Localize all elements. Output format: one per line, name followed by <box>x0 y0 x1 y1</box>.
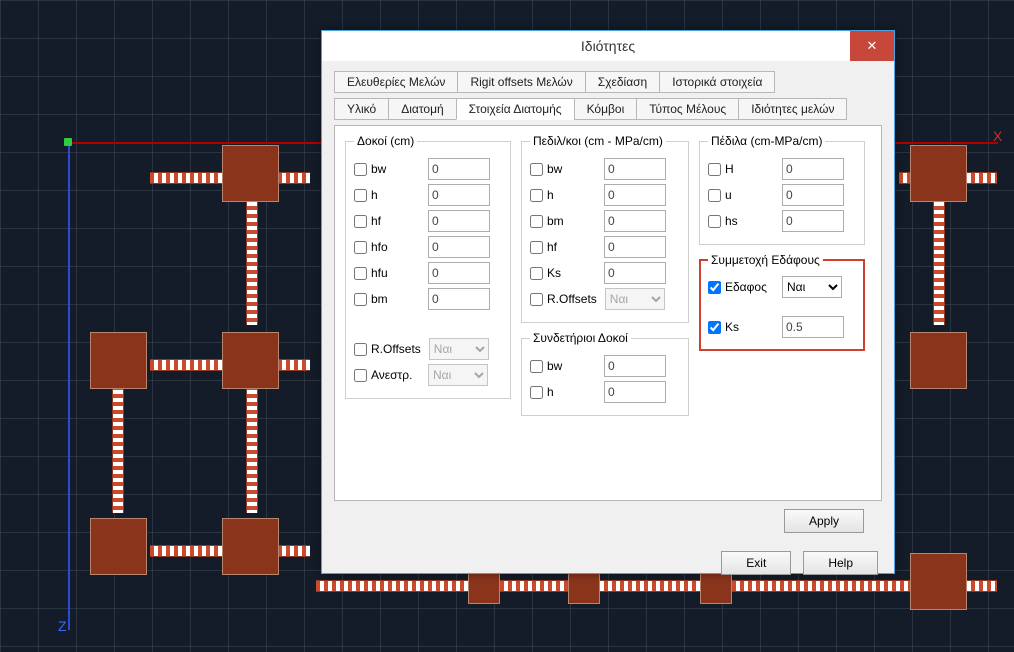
pedilkoi-bw-input[interactable] <box>604 158 666 180</box>
tab-material[interactable]: Υλικό <box>334 98 389 120</box>
pedilkoi-h-check[interactable] <box>530 189 543 202</box>
dokoi-hf-check[interactable] <box>354 215 367 228</box>
dokoi-hfu-input[interactable] <box>428 262 490 284</box>
pedilkoi-bm-input[interactable] <box>604 210 666 232</box>
footing[interactable] <box>90 518 147 575</box>
footing[interactable] <box>910 332 967 389</box>
beam <box>316 580 916 592</box>
axis-origin <box>64 138 72 146</box>
pedila-u-check[interactable] <box>708 189 721 202</box>
group-pedila: Πέδιλα (cm-MPa/cm) H u hs <box>699 134 865 245</box>
syndet-h-check[interactable] <box>530 386 543 399</box>
tabs-row-1: Ελευθερίες Μελών Rigit offsets Μελών Σχε… <box>334 71 882 92</box>
dokoi-roffsets-check[interactable] <box>354 343 367 356</box>
tab-section-data[interactable]: Στοιχεία Διατομής <box>456 98 575 120</box>
syndet-h-input[interactable] <box>604 381 666 403</box>
syndet-bw-check[interactable] <box>530 360 543 373</box>
tab-rigid-offsets[interactable]: Rigit offsets Μελών <box>457 71 585 93</box>
group-edafos: Συμμετοχή Εδάφους ΕδαφοςΝαι Ks <box>699 253 865 351</box>
tab-design[interactable]: Σχεδίαση <box>585 71 660 93</box>
help-button[interactable]: Help <box>803 551 878 575</box>
pedilkoi-bm-check[interactable] <box>530 215 543 228</box>
dokoi-bm-input[interactable] <box>428 288 490 310</box>
edafos-ks-check[interactable] <box>708 321 721 334</box>
beam <box>112 378 124 513</box>
dokoi-anestr-select[interactable]: Ναι <box>428 364 488 386</box>
close-icon: ✕ <box>867 38 878 54</box>
dokoi-bw-input[interactable] <box>428 158 490 180</box>
pedila-hs-check[interactable] <box>708 215 721 228</box>
dokoi-hfo-check[interactable] <box>354 241 367 254</box>
pedila-hs-input[interactable] <box>782 210 844 232</box>
axis-z-label: Z <box>58 618 67 634</box>
pedilkoi-hf-input[interactable] <box>604 236 666 258</box>
tabs-row-2: Υλικό Διατομή Στοιχεία Διατομής Κόμβοι Τ… <box>334 98 882 119</box>
dokoi-hfo-input[interactable] <box>428 236 490 258</box>
tab-member-type[interactable]: Τύπος Μέλους <box>636 98 739 120</box>
tab-nodes[interactable]: Κόμβοι <box>574 98 638 120</box>
edafos-check[interactable] <box>708 281 721 294</box>
titlebar[interactable]: Ιδιότητες ✕ <box>322 31 894 61</box>
edafos-select[interactable]: Ναι <box>782 276 842 298</box>
tab-section[interactable]: Διατομή <box>388 98 456 120</box>
dokoi-roffsets-select[interactable]: Ναι <box>429 338 489 360</box>
group-pedila-legend: Πέδιλα (cm-MPa/cm) <box>708 134 825 148</box>
tab-member-props[interactable]: Ιδιότητες μελών <box>738 98 847 120</box>
beam <box>933 190 945 325</box>
pedilkoi-roffsets-select[interactable]: Ναι <box>605 288 665 310</box>
pedila-u-input[interactable] <box>782 184 844 206</box>
beam <box>246 378 258 513</box>
group-edafos-legend: Συμμετοχή Εδάφους <box>708 253 823 267</box>
group-pedilkoi-legend: Πεδιλ/κοι (cm - MPa/cm) <box>530 134 666 148</box>
footing[interactable] <box>222 145 279 202</box>
pedilkoi-ks-check[interactable] <box>530 267 543 280</box>
edafos-ks-input[interactable] <box>782 316 844 338</box>
pedilkoi-hf-check[interactable] <box>530 241 543 254</box>
dokoi-hfu-check[interactable] <box>354 267 367 280</box>
pedilkoi-roffsets-check[interactable] <box>530 293 543 306</box>
close-button[interactable]: ✕ <box>850 31 894 61</box>
exit-button[interactable]: Exit <box>721 551 791 575</box>
dokoi-h-check[interactable] <box>354 189 367 202</box>
footing[interactable] <box>90 332 147 389</box>
axis-x-label: X <box>993 128 1002 144</box>
group-pedilkoi: Πεδιλ/κοι (cm - MPa/cm) bw h bm hf Ks R.… <box>521 134 689 323</box>
pedila-H-input[interactable] <box>782 158 844 180</box>
footing[interactable] <box>222 518 279 575</box>
group-syndet-legend: Συνδετήριοι Δοκοί <box>530 331 631 345</box>
dokoi-h-input[interactable] <box>428 184 490 206</box>
dokoi-bw-check[interactable] <box>354 163 367 176</box>
pedilkoi-bw-check[interactable] <box>530 163 543 176</box>
pedilkoi-ks-input[interactable] <box>604 262 666 284</box>
group-dokoi: Δοκοί (cm) bw h hf hfo hfu bm R.OffsetsΝ… <box>345 134 511 399</box>
dokoi-hf-input[interactable] <box>428 210 490 232</box>
dokoi-anestr-check[interactable] <box>354 369 367 382</box>
tab-freedoms[interactable]: Ελευθερίες Μελών <box>334 71 458 93</box>
pedila-H-check[interactable] <box>708 163 721 176</box>
footing[interactable] <box>910 553 967 610</box>
dokoi-bm-check[interactable] <box>354 293 367 306</box>
footing[interactable] <box>222 332 279 389</box>
dialog-title: Ιδιότητες <box>581 38 635 54</box>
footing[interactable] <box>910 145 967 202</box>
axis-z <box>68 142 70 630</box>
apply-button[interactable]: Apply <box>784 509 864 533</box>
pedilkoi-h-input[interactable] <box>604 184 666 206</box>
tab-page: Δοκοί (cm) bw h hf hfo hfu bm R.OffsetsΝ… <box>334 125 882 501</box>
beam <box>246 190 258 325</box>
tab-history[interactable]: Ιστορικά στοιχεία <box>659 71 775 93</box>
group-syndet: Συνδετήριοι Δοκοί bw h <box>521 331 689 416</box>
properties-dialog: Ιδιότητες ✕ Ελευθερίες Μελών Rigit offse… <box>321 30 895 574</box>
syndet-bw-input[interactable] <box>604 355 666 377</box>
group-dokoi-legend: Δοκοί (cm) <box>354 134 417 148</box>
